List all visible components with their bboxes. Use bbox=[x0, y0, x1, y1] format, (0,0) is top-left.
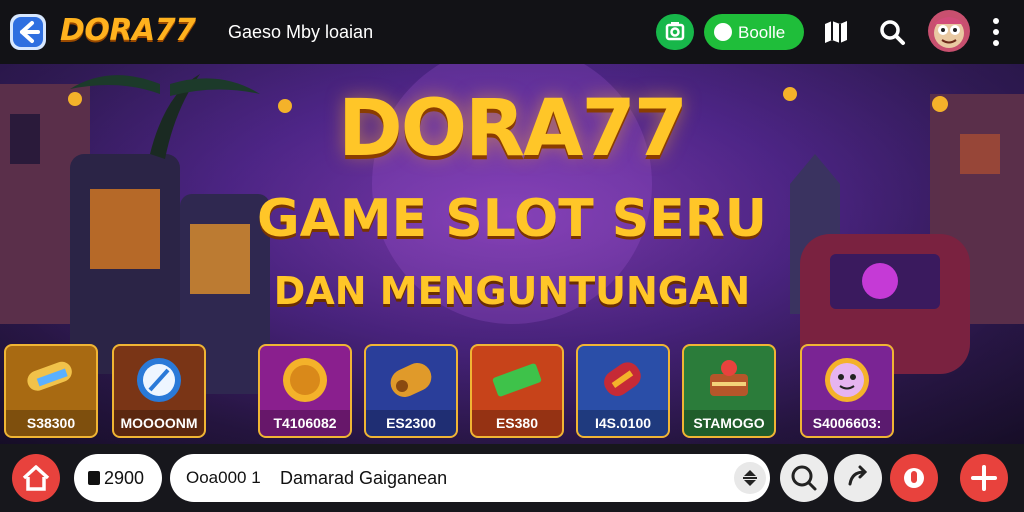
home-icon bbox=[22, 465, 50, 491]
banner-tagline: GAME SLOT SERU bbox=[256, 189, 768, 249]
coin-balance-value: 2900 bbox=[104, 468, 145, 488]
tile-caption: S4006603: bbox=[802, 410, 892, 436]
top-bar: DORA77 Gaeso Mby loaian Boolle bbox=[0, 0, 1024, 64]
more-vertical-icon[interactable] bbox=[986, 16, 1006, 48]
game-tile[interactable]: ES2300 bbox=[364, 344, 458, 438]
bottom-bar: 2900 Ooa000 1 bbox=[0, 444, 1024, 512]
zoom-button[interactable] bbox=[780, 454, 828, 502]
header-subtitle: Gaeso Mby loaian bbox=[228, 22, 374, 42]
record-icon bbox=[904, 468, 924, 488]
doodle-label: Boolle bbox=[738, 23, 786, 42]
toggle-dot-icon bbox=[714, 23, 732, 41]
camera-icon bbox=[665, 22, 685, 41]
doodle-button[interactable]: Boolle bbox=[704, 14, 804, 50]
search-prefix: Ooa000 1 bbox=[186, 468, 261, 487]
promo-banner[interactable]: DORA77 GAME SLOT SERU DAN MENGUNTUNGAN S… bbox=[0, 64, 1024, 444]
golden-coin-icon bbox=[283, 358, 327, 402]
map-icon[interactable] bbox=[822, 18, 850, 46]
game-tile[interactable]: STAMOGO bbox=[682, 344, 776, 438]
red-cannon-icon bbox=[604, 362, 641, 397]
tile-caption: MOOOONM bbox=[114, 410, 204, 436]
tile-caption: T4106082 bbox=[260, 410, 350, 436]
banner-tagline-secondary: DAN MENGUNTUNGAN bbox=[273, 269, 751, 313]
avatar-face-icon bbox=[934, 17, 964, 48]
game-tile[interactable]: I4S.0100 bbox=[576, 344, 670, 438]
search-input[interactable] bbox=[266, 460, 710, 496]
back-button[interactable] bbox=[10, 14, 46, 50]
tile-caption: ES2300 bbox=[366, 410, 456, 436]
user-avatar[interactable] bbox=[928, 10, 970, 52]
game-tile[interactable]: ES380 bbox=[470, 344, 564, 438]
add-button[interactable] bbox=[960, 454, 1008, 502]
tile-caption: ES380 bbox=[472, 410, 562, 436]
game-tile[interactable]: S38300 bbox=[4, 344, 98, 438]
golden-scroll-icon bbox=[27, 361, 72, 391]
record-button[interactable] bbox=[890, 454, 938, 502]
golden-barrel-icon bbox=[390, 363, 432, 397]
coin-balance[interactable]: 2900 bbox=[74, 454, 162, 502]
tile-caption: S38300 bbox=[6, 410, 96, 436]
search-icon[interactable] bbox=[878, 18, 906, 46]
banner-headline: DORA77 bbox=[337, 84, 688, 174]
camera-button[interactable] bbox=[656, 14, 694, 50]
game-tile[interactable]: MOOOONM bbox=[112, 344, 206, 438]
smiling-face-icon bbox=[825, 358, 869, 402]
tile-caption: I4S.0100 bbox=[578, 410, 668, 436]
coin-icon bbox=[88, 471, 100, 485]
zoom-icon bbox=[791, 465, 817, 491]
game-tile[interactable]: T4106082 bbox=[258, 344, 352, 438]
tile-caption: STAMOGO bbox=[684, 410, 774, 436]
game-tiles: S38300 MOOOONM T4106082 ES2300 ES380 I4S… bbox=[0, 344, 1024, 442]
game-tile[interactable]: S4006603: bbox=[800, 344, 894, 438]
share-icon bbox=[848, 465, 868, 486]
app-logo[interactable]: DORA77 bbox=[60, 13, 196, 48]
green-ticket-icon bbox=[492, 363, 542, 397]
back-arrow-icon bbox=[13, 17, 43, 47]
home-button[interactable] bbox=[12, 454, 60, 502]
blue-feather-icon bbox=[137, 358, 181, 402]
plus-icon bbox=[971, 465, 997, 491]
search-bar[interactable]: Ooa000 1 bbox=[170, 454, 770, 502]
share-button[interactable] bbox=[834, 454, 882, 502]
sort-icon bbox=[743, 470, 757, 486]
cake-treasure-icon bbox=[710, 360, 748, 396]
sort-button[interactable] bbox=[734, 462, 766, 494]
